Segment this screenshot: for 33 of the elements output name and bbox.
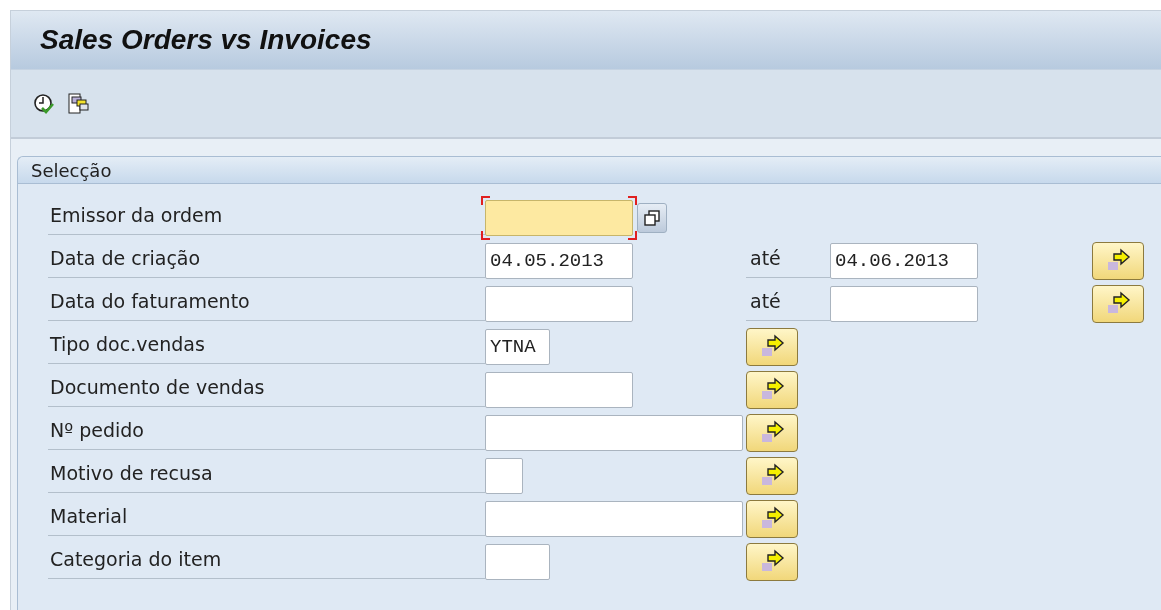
input-field[interactable] xyxy=(485,414,743,451)
field-label: Motivo de recusa xyxy=(48,454,485,493)
input-field[interactable] xyxy=(485,543,550,580)
input-field[interactable] xyxy=(485,371,633,408)
input-field[interactable]: 04.06.2013 xyxy=(830,242,978,279)
field-label: Categoria do item xyxy=(48,540,485,579)
input-field[interactable] xyxy=(485,285,633,322)
multiple-selection-button[interactable] xyxy=(1092,284,1144,323)
clock-check-icon[interactable] xyxy=(33,92,55,115)
field-label: Data do faturamento xyxy=(48,282,485,321)
group-title: Selecção xyxy=(31,159,112,181)
field-label: Nº pedido xyxy=(48,411,485,450)
multiple-selection-button[interactable] xyxy=(746,499,798,538)
copy-windows-icon[interactable] xyxy=(68,92,90,115)
input-field[interactable]: YTNA xyxy=(485,328,550,365)
field-label: Emissor da ordem xyxy=(48,196,485,235)
input-field[interactable]: 04.05.2013 xyxy=(485,242,633,279)
multiple-selection-button[interactable] xyxy=(1092,241,1144,280)
multiple-selection-button[interactable] xyxy=(746,456,798,495)
field-label: Data de criação xyxy=(48,239,485,278)
value-help-button[interactable] xyxy=(637,202,667,233)
copy-icon xyxy=(644,209,660,226)
multiple-selection-button[interactable] xyxy=(746,370,798,409)
window-title: Sales Orders vs Invoices xyxy=(40,24,372,56)
field-label: Material xyxy=(48,497,485,536)
field-label: Documento de vendas xyxy=(48,368,485,407)
input-field[interactable] xyxy=(485,500,743,537)
multiple-selection-button[interactable] xyxy=(746,542,798,581)
multiple-selection-button[interactable] xyxy=(746,327,798,366)
multiple-selection-button[interactable] xyxy=(746,413,798,452)
input-field[interactable] xyxy=(830,285,978,322)
field-label: Tipo doc.vendas xyxy=(48,325,485,364)
input-field[interactable] xyxy=(485,457,523,494)
